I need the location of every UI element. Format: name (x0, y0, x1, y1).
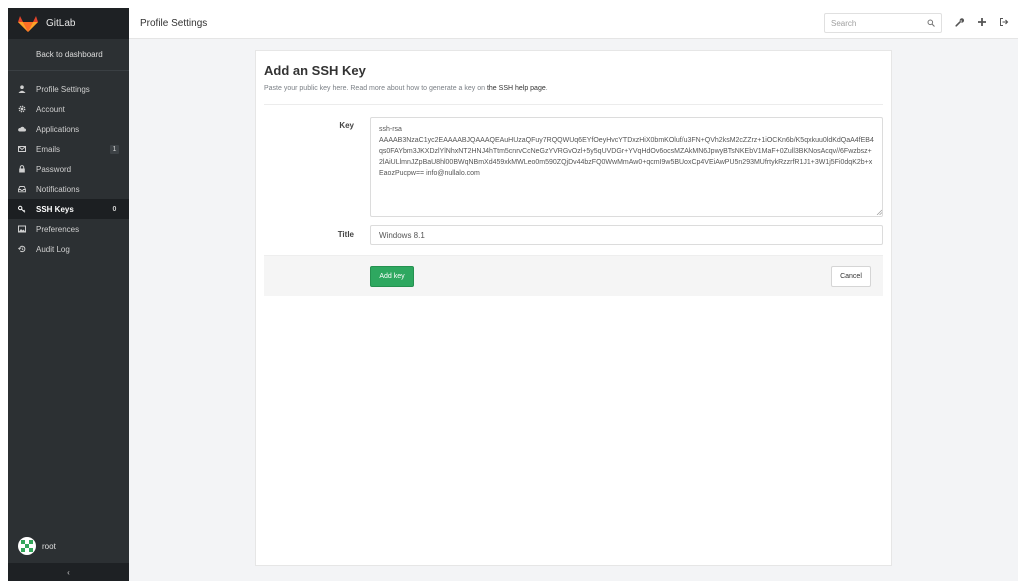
sidebar-item-password[interactable]: Password (8, 159, 129, 179)
cancel-button[interactable]: Cancel (831, 266, 871, 287)
sidebar-item-emails[interactable]: Emails 1 (8, 139, 129, 159)
brand-name: GitLab (46, 18, 76, 29)
sidebar-item-label: Account (36, 104, 65, 114)
sidebar-item-label: Password (36, 164, 72, 174)
sidebar-item-label: Audit Log (36, 244, 70, 254)
lock-icon (19, 165, 25, 173)
search-input[interactable] (831, 18, 921, 28)
search-icon[interactable] (927, 19, 935, 27)
wrench-icon[interactable] (955, 17, 965, 27)
sidebar: GitLab Back to dashboard Profile Setting… (8, 8, 129, 581)
image-icon (18, 225, 26, 233)
identicon-icon (21, 540, 33, 552)
key-icon (18, 205, 26, 213)
ssh-keys-count-badge: 0 (112, 205, 117, 213)
envelope-icon (18, 146, 26, 152)
sidebar-item-ssh-keys[interactable]: SSH Keys 0 (8, 199, 129, 219)
avatar (18, 537, 36, 555)
sidebar-item-notifications[interactable]: Notifications (8, 179, 129, 199)
sidebar-item-label: Preferences (36, 224, 80, 234)
sidebar-item-profile-settings[interactable]: Profile Settings (8, 79, 129, 99)
top-header: Profile Settings (129, 8, 1018, 39)
brand[interactable]: GitLab (8, 8, 129, 39)
add-ssh-key-card: Add an SSH Key Paste your public key her… (255, 50, 892, 566)
sidebar-nav: Profile Settings Account Applications Em… (8, 71, 129, 259)
gear-icon (18, 105, 26, 113)
sidebar-item-label: Notifications (36, 184, 80, 194)
resize-grip-icon[interactable] (876, 209, 882, 215)
user-name: root (42, 541, 56, 551)
form-actions: Add key Cancel (264, 255, 883, 296)
plus-icon[interactable] (977, 17, 987, 27)
title-label: Title (337, 230, 354, 239)
add-key-button[interactable]: Add key (370, 266, 414, 287)
collapse-sidebar-button[interactable]: ‹ (8, 563, 129, 581)
user-icon (18, 85, 26, 93)
divider (264, 104, 883, 105)
current-user[interactable]: root (18, 537, 56, 555)
ssh-help-link[interactable]: the SSH help page (487, 85, 546, 92)
sidebar-item-label: SSH Keys (36, 204, 74, 214)
sidebar-item-label: Applications (36, 124, 80, 134)
app-window: GitLab Back to dashboard Profile Setting… (8, 8, 1018, 581)
sidebar-item-label: Emails (36, 144, 61, 154)
inbox-icon (18, 186, 26, 193)
sidebar-item-account[interactable]: Account (8, 99, 129, 119)
key-textarea[interactable]: ssh-rsa AAAAB3NzaC1yc2EAAAABJQAAAQEAuHUz… (370, 117, 883, 217)
page-title: Profile Settings (140, 17, 208, 29)
sidebar-item-audit-log[interactable]: Audit Log (8, 239, 129, 259)
sidebar-item-applications[interactable]: Applications (8, 119, 129, 139)
sidebar-item-preferences[interactable]: Preferences (8, 219, 129, 239)
subtitle-suffix: . (545, 85, 548, 92)
emails-count-badge: 1 (110, 144, 119, 154)
key-label: Key (339, 121, 354, 130)
header-icons (955, 17, 1009, 27)
form-subtitle: Paste your public key here. Read more ab… (264, 85, 548, 92)
back-to-dashboard-link[interactable]: Back to dashboard (8, 39, 129, 71)
search-box[interactable] (824, 13, 942, 33)
cloud-icon (18, 126, 26, 132)
gitlab-logo-icon (18, 15, 38, 32)
title-input[interactable] (370, 225, 883, 245)
sign-out-icon[interactable] (999, 17, 1009, 27)
form-heading: Add an SSH Key (264, 63, 366, 78)
subtitle-text: Paste your public key here. Read more ab… (264, 85, 487, 92)
history-icon (18, 245, 26, 253)
sidebar-item-label: Profile Settings (36, 84, 90, 94)
